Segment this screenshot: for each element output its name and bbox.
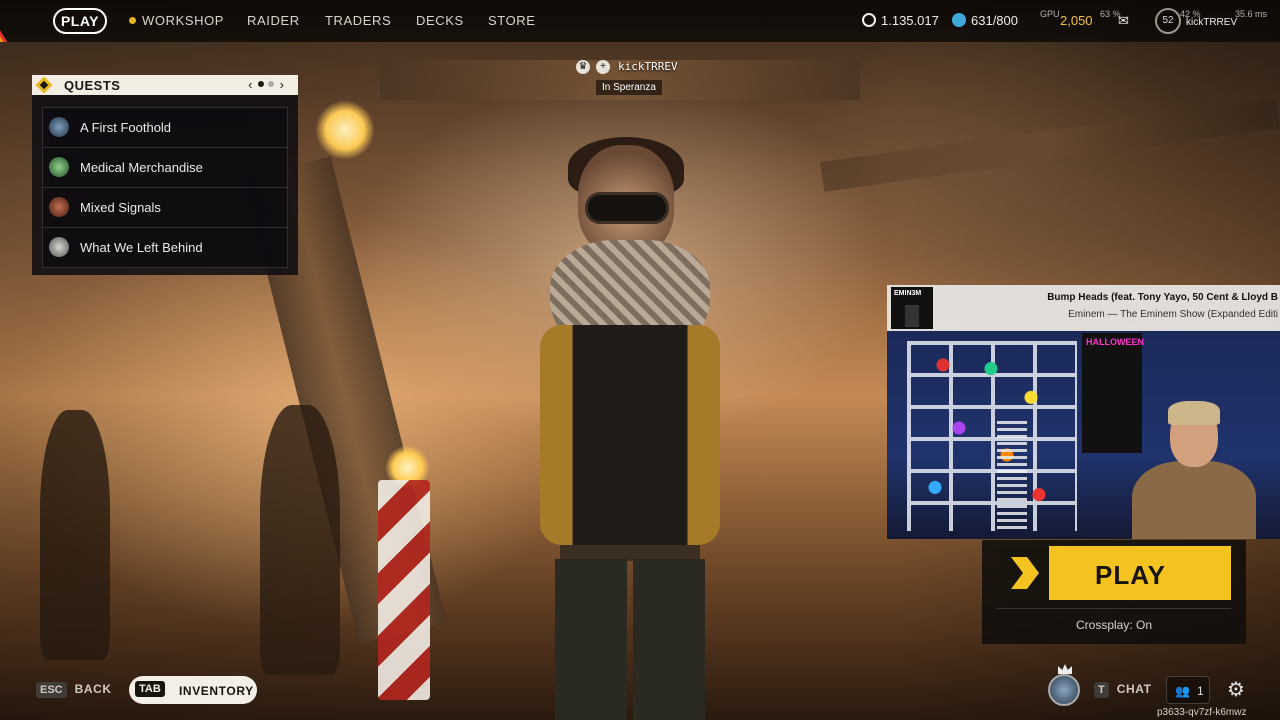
nav-store[interactable]: STORE	[488, 13, 536, 28]
quest-label: Medical Merchandise	[80, 160, 203, 175]
back-label: BACK	[74, 682, 112, 696]
scene-lamp	[315, 100, 375, 160]
pager-dot[interactable]	[268, 81, 275, 87]
party-member-avatar[interactable]	[1048, 674, 1080, 706]
quest-label: What We Left Behind	[80, 240, 203, 255]
crossplay-status[interactable]: Crossplay: On	[982, 618, 1246, 632]
settings-gear-icon[interactable]: ⚙	[1222, 676, 1250, 704]
friends-button[interactable]: 👥 1	[1166, 676, 1210, 704]
quest-item[interactable]: What We Left Behind	[42, 227, 288, 268]
character-goggles	[588, 195, 666, 221]
tab-key-hint: TAB	[135, 681, 165, 697]
character-legs	[555, 559, 705, 720]
song-title: Bump Heads (feat. Tony Yayo, 50 Cent & L…	[1047, 292, 1278, 303]
pager-next-button[interactable]: ›	[280, 77, 284, 92]
capacity-value: 631/800	[971, 13, 1018, 28]
quest-label: Mixed Signals	[80, 200, 161, 215]
currency-value: 2,050	[1060, 13, 1093, 28]
now-playing-widget: EMIN3M Bump Heads (feat. Tony Yayo, 50 C…	[887, 285, 1280, 331]
stash-capacity-icon	[952, 13, 966, 27]
chat-key-hint: T	[1094, 682, 1109, 698]
pager-dot-active[interactable]	[258, 81, 265, 87]
session-id: p3633-qv7zf-k6mwz	[1157, 707, 1247, 718]
nav-player-name: kickTRREV	[1186, 17, 1238, 28]
npc-silhouette	[260, 405, 340, 675]
top-nav-bar: PLAY WORKSHOP RAIDER TRADERS DECKS STORE…	[0, 0, 1280, 42]
player-location: In Speranza	[596, 80, 662, 95]
quest-giver-avatar	[49, 157, 69, 177]
perf-overlay-frametime: 35.6 ms	[1235, 9, 1268, 19]
character-belt	[560, 545, 700, 561]
npc-silhouette	[40, 410, 110, 660]
character-hair	[568, 137, 684, 197]
play-button-label: PLAY	[1095, 560, 1166, 590]
quest-giver-avatar	[49, 117, 69, 137]
scene-lamp	[385, 445, 430, 490]
raider-character	[500, 137, 760, 720]
rainbow-corner-decoration	[0, 0, 44, 42]
webcam-overlay: HALLOWEEN	[887, 331, 1280, 539]
coins-value: 1.135.017	[881, 13, 939, 28]
quests-header: QUESTS ‹ ›	[32, 75, 298, 95]
quest-diamond-icon	[35, 76, 53, 94]
platform-icon: +	[596, 60, 610, 74]
nav-play-button[interactable]: PLAY	[53, 8, 107, 34]
play-panel: PLAY Crossplay: On	[982, 540, 1246, 644]
notification-dot-icon	[129, 17, 136, 24]
coins-stat: 1.135.017	[862, 13, 939, 28]
character-scarf	[550, 240, 710, 360]
webcam-skeleton-prop	[997, 421, 1027, 531]
esc-key-hint: ESC	[36, 682, 67, 698]
poster-text: HALLOWEEN	[1086, 337, 1144, 347]
album-art-text: EMIN3M	[894, 290, 922, 297]
perf-overlay-gpu-label: GPU	[1040, 9, 1060, 19]
quest-giver-avatar	[49, 237, 69, 257]
crown-icon: ♛	[576, 60, 590, 74]
nav-decks[interactable]: DECKS	[416, 13, 464, 28]
inventory-button[interactable]: TAB INVENTORY	[129, 676, 257, 704]
quests-pager: ‹ ›	[248, 77, 284, 92]
quests-panel: QUESTS ‹ › A First Foothold Medical Merc…	[32, 75, 298, 275]
quest-item[interactable]: A First Foothold	[42, 107, 288, 147]
webcam-streamer	[1132, 401, 1256, 539]
character-torso	[540, 325, 720, 545]
capacity-stat: 631/800	[952, 13, 1018, 28]
level-badge: 52	[1162, 15, 1174, 26]
play-chevron-icon	[997, 546, 1049, 600]
album-art: EMIN3M	[891, 287, 933, 329]
striped-barrier	[378, 480, 430, 700]
currency-stat: 2,050	[1060, 13, 1093, 28]
quest-label: A First Foothold	[80, 120, 172, 135]
pager-prev-button[interactable]: ‹	[248, 77, 252, 92]
inventory-label: INVENTORY	[179, 684, 254, 698]
nav-workshop[interactable]: WORKSHOP	[129, 13, 224, 28]
player-name: kickTRREV	[618, 60, 678, 73]
nav-traders[interactable]: TRADERS	[325, 13, 391, 28]
chat-label: CHAT	[1116, 682, 1152, 696]
quests-title: QUESTS	[64, 78, 121, 93]
friends-count: 1	[1197, 684, 1204, 698]
quest-item[interactable]: Mixed Signals	[42, 187, 288, 227]
friends-icon: 👥	[1175, 684, 1190, 698]
quest-item[interactable]: Medical Merchandise	[42, 147, 288, 187]
quest-list: A First Foothold Medical Merchandise Mix…	[42, 107, 288, 268]
nav-raider[interactable]: RAIDER	[247, 13, 300, 28]
quest-giver-avatar	[49, 197, 69, 217]
back-control[interactable]: ESC BACK	[36, 680, 112, 698]
nav-workshop-label: WORKSHOP	[142, 13, 225, 28]
character-head	[578, 145, 674, 255]
profile-avatar[interactable]: 52	[1155, 8, 1181, 34]
webcam-collectibles	[911, 347, 1071, 527]
scene-girder	[820, 98, 1280, 192]
song-artist: Eminem — The Eminem Show (Expanded Editi	[1068, 309, 1278, 320]
chat-control[interactable]: T CHAT	[1094, 680, 1152, 698]
play-panel-divider	[997, 608, 1231, 609]
play-button[interactable]: PLAY	[997, 546, 1231, 600]
mail-icon[interactable]: ✉	[1118, 13, 1129, 29]
coin-icon	[862, 13, 876, 27]
